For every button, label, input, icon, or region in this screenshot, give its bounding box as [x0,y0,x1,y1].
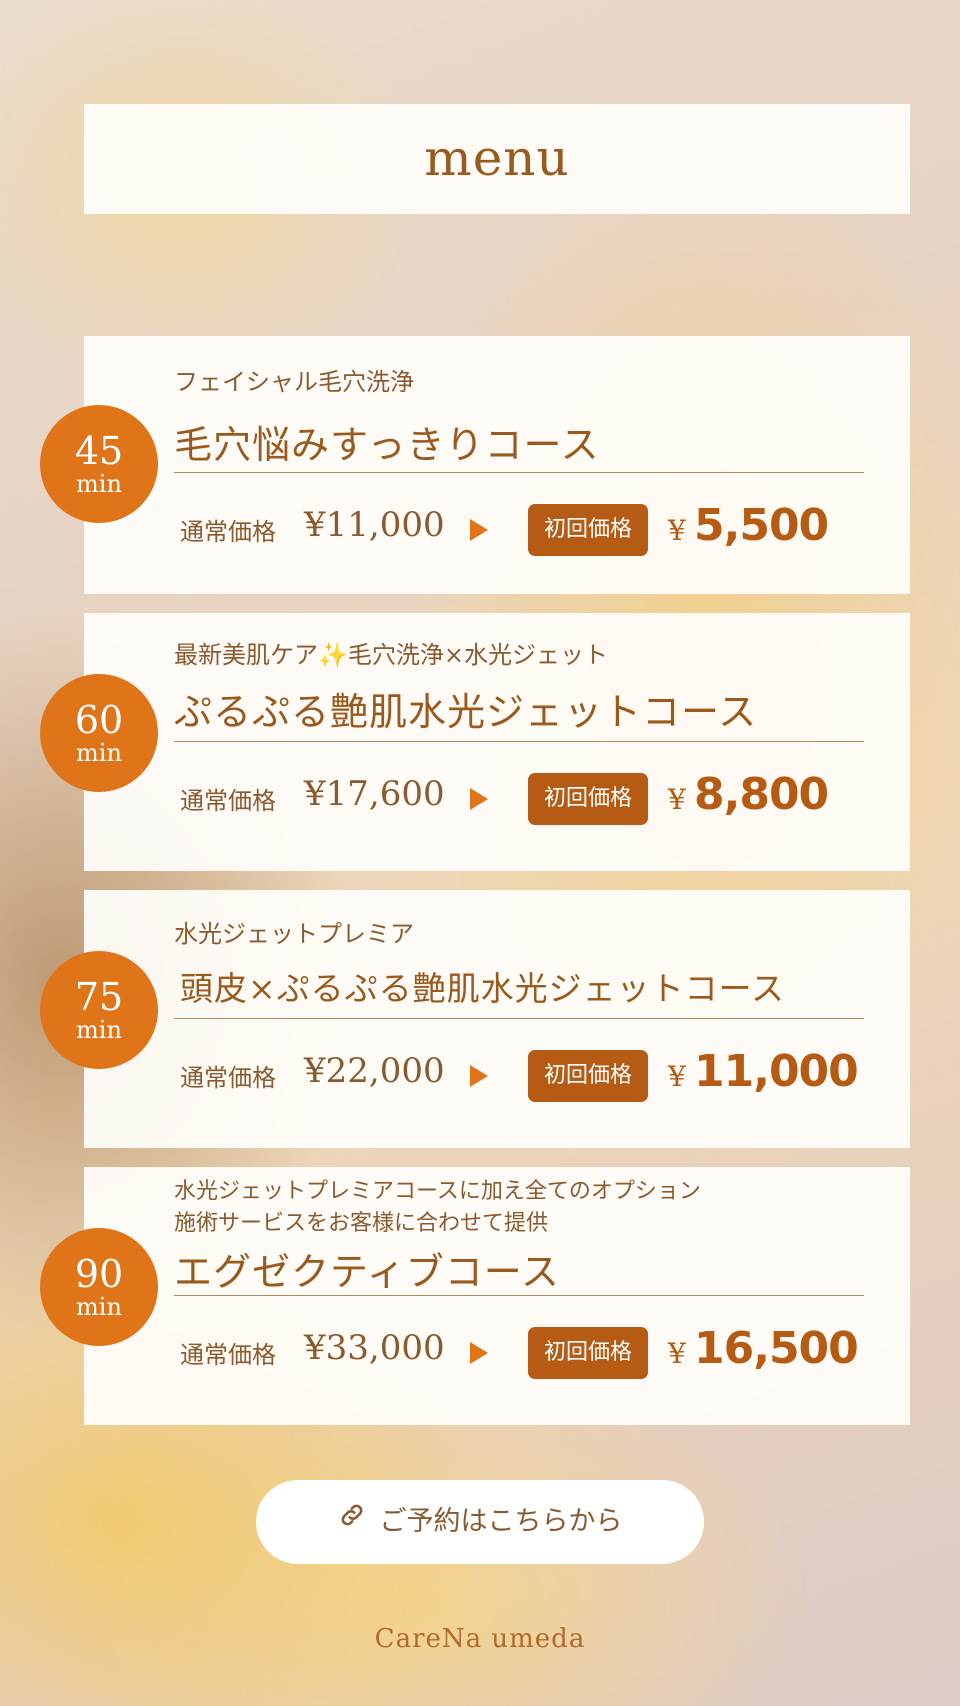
course-card-90: 水光ジェットプレミアコースに加え全てのオプション 施術サービスをお客様に合わせて… [84,1167,910,1425]
first-price-label: 初回価格 [528,504,648,556]
duration-unit: min [76,739,122,767]
duration-minutes: 75 [74,975,124,1019]
regular-price: ¥17,600 [304,774,445,814]
course-name: エグゼクティブコース [174,1250,560,1294]
regular-price: ¥11,000 [304,505,445,545]
course-card-75: 水光ジェットプレミア 頭皮×ぷるぷる艶肌水光ジェットコース 通常価格 ¥22,0… [84,890,910,1148]
first-price: 16,500 [694,1323,859,1374]
course-card-60: 最新美肌ケア✨毛穴洗浄×水光ジェット ぷるぷる艶肌水光ジェットコース 通常価格 … [84,613,910,871]
duration-badge: 60 min [40,674,158,792]
course-subtitle: フェイシャル毛穴洗浄 [174,368,414,396]
duration-minutes: 45 [74,429,124,473]
yen-symbol: ¥ [668,1337,686,1370]
reserve-button[interactable]: ご予約はこちらから [256,1480,704,1564]
duration-badge: 90 min [40,1228,158,1346]
course-name: 頭皮×ぷるぷる艶肌水光ジェットコース [180,969,786,1008]
regular-price: ¥22,000 [304,1051,445,1091]
first-price: 5,500 [694,500,829,551]
first-price-label: 初回価格 [528,773,648,825]
course-subtitle-line2: 施術サービスをお客様に合わせて提供 [174,1211,549,1236]
course-subtitle: 水光ジェットプレミア [174,920,414,948]
duration-unit: min [76,1016,122,1044]
course-subtitle: 水光ジェットプレミアコースに加え全てのオプション [174,1179,701,1204]
divider [174,741,864,742]
course-name: 毛穴悩みすっきりコース [174,423,600,467]
duration-badge: 75 min [40,951,158,1069]
yen-symbol: ¥ [668,783,686,816]
regular-price: ¥33,000 [304,1328,445,1368]
divider [174,1295,864,1296]
arrow-right-icon [470,519,488,541]
regular-price-label: 通常価格 [180,1341,276,1369]
yen-symbol: ¥ [668,514,686,547]
first-price: 11,000 [694,1046,859,1097]
regular-price-label: 通常価格 [180,787,276,815]
course-card-45: フェイシャル毛穴洗浄 毛穴悩みすっきりコース 通常価格 ¥11,000 初回価格… [84,336,910,594]
first-price: 8,800 [694,769,829,820]
duration-unit: min [76,470,122,498]
arrow-right-icon [470,1342,488,1364]
divider [174,472,864,473]
regular-price-label: 通常価格 [180,518,276,546]
duration-minutes: 60 [74,698,124,742]
duration-unit: min [76,1293,122,1321]
first-price-label: 初回価格 [528,1327,648,1379]
menu-header: menu [84,104,910,214]
arrow-right-icon [470,1065,488,1087]
divider [174,1018,864,1019]
link-icon [338,1479,366,1563]
regular-price-label: 通常価格 [180,1064,276,1092]
duration-badge: 45 min [40,405,158,523]
course-name: ぷるぷる艶肌水光ジェットコース [174,690,758,734]
arrow-right-icon [470,788,488,810]
page-title: menu [424,129,570,187]
duration-minutes: 90 [74,1252,124,1296]
course-subtitle: 最新美肌ケア✨毛穴洗浄×水光ジェット [174,641,608,669]
yen-symbol: ¥ [668,1060,686,1093]
first-price-label: 初回価格 [528,1050,648,1102]
footer-brand: CareNa umeda [374,1624,586,1654]
reserve-button-label: ご予約はこちらから [379,1506,623,1537]
